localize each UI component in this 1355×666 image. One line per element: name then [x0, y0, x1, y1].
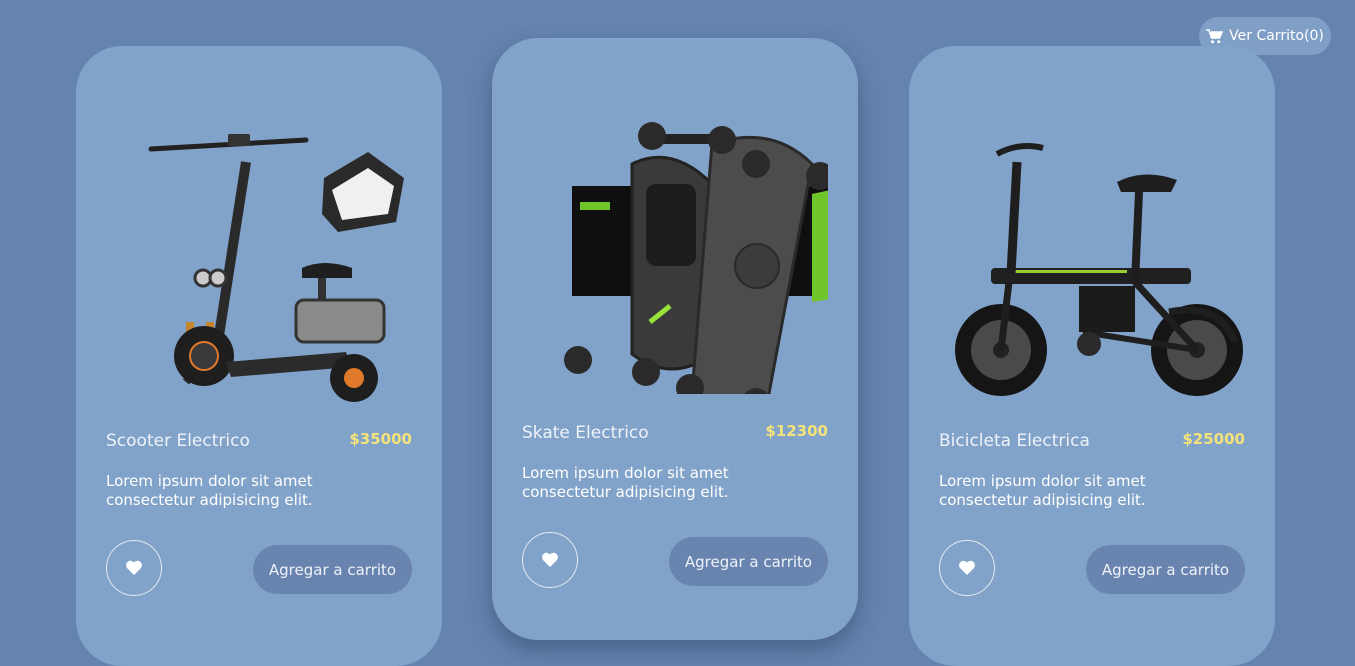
product-price: $35000 [349, 430, 412, 448]
product-name: Bicicleta Electrica [939, 431, 1090, 451]
favorite-button[interactable] [522, 532, 578, 588]
ebike-image [955, 143, 1243, 396]
product-card-scooter: Scooter Electrico $35000 Lorem ipsum dol… [76, 46, 442, 666]
favorite-button[interactable] [106, 540, 162, 596]
heart-icon [126, 560, 142, 575]
cart-icon [1206, 28, 1224, 43]
add-to-cart-button[interactable]: Agregar a carrito [669, 537, 828, 586]
product-description: Lorem ipsum dolor sit amet consectetur a… [522, 464, 729, 501]
heart-icon [542, 552, 558, 567]
scooter-image [148, 134, 404, 402]
skateboard-image [564, 122, 828, 394]
add-to-cart-button[interactable]: Agregar a carrito [1086, 545, 1245, 594]
product-name: Scooter Electrico [106, 431, 250, 451]
product-price: $12300 [765, 422, 828, 440]
product-price: $25000 [1182, 430, 1245, 448]
view-cart-label: Ver Carrito(0) [1229, 28, 1324, 44]
product-description: Lorem ipsum dolor sit amet consectetur a… [106, 472, 313, 509]
product-card-skate: Skate Electrico $12300 Lorem ipsum dolor… [492, 38, 858, 640]
product-description: Lorem ipsum dolor sit amet consectetur a… [939, 472, 1146, 509]
product-card-bicycle: Bicicleta Electrica $25000 Lorem ipsum d… [909, 46, 1275, 666]
heart-icon [959, 560, 975, 575]
add-to-cart-button[interactable]: Agregar a carrito [253, 545, 412, 594]
product-name: Skate Electrico [522, 423, 649, 443]
favorite-button[interactable] [939, 540, 995, 596]
